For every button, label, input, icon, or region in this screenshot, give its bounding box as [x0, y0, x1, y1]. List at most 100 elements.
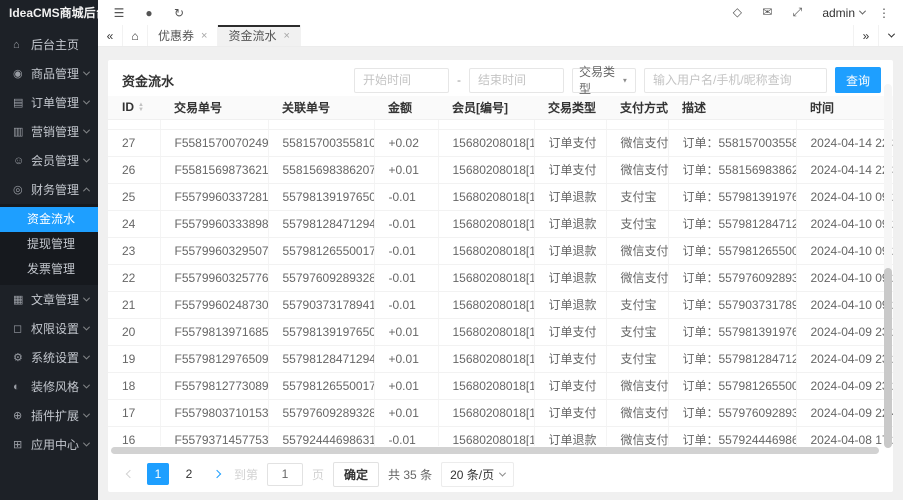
tabs-collapse-left-icon[interactable]: « [98, 25, 123, 46]
submenu-item-发票管理[interactable]: 发票管理 [0, 257, 98, 282]
cell-related-no: 5579760928932802 [268, 399, 374, 426]
page-button-2[interactable]: 2 [178, 463, 200, 485]
chevron-down-icon [887, 31, 894, 38]
next-page-button[interactable] [209, 471, 225, 477]
tab-label: 优惠券 [158, 27, 194, 44]
cell-pay-method: 微信支付 [606, 237, 668, 264]
horizontal-scrollbar-thumb[interactable] [111, 447, 879, 454]
page-size-select[interactable]: 20 条/页 [441, 462, 514, 487]
transaction-type-value: 交易类型 [579, 63, 621, 97]
tab-优惠券[interactable]: 优惠券 × [148, 25, 218, 46]
column-header-金额: 金额 [374, 96, 438, 119]
cell-amount: +0.01 [374, 345, 438, 372]
tag-icon[interactable]: ◇ [722, 5, 752, 20]
table-row[interactable]: 16F55793714577538385579244469863135-0.01… [108, 426, 893, 446]
tab-label: 资金流水 [228, 27, 276, 44]
transaction-type-select[interactable]: 交易类型 ▼ [572, 68, 636, 93]
sidebar-item-apps[interactable]: ⊞应用中心 [0, 430, 98, 459]
sidebar-item-goods[interactable]: ◉商品管理 [0, 59, 98, 88]
table-cell-empty [668, 119, 796, 129]
table-row[interactable]: 17F55798037101535735579760928932802+0.01… [108, 399, 893, 426]
tab-close-icon[interactable]: × [283, 30, 289, 42]
table-row[interactable]: 24F55799603338983945579812847129437-0.01… [108, 210, 893, 237]
chevron-down-icon [83, 382, 90, 389]
table-row[interactable]: 23F55799603295074515579812655001760-0.01… [108, 237, 893, 264]
cell-pay-method: 支付宝 [606, 318, 668, 345]
table-row[interactable]: 21F55799602487305715579037317894181-0.01… [108, 291, 893, 318]
cell-pay-method: 支付宝 [606, 291, 668, 318]
page-button-1[interactable]: 1 [147, 463, 169, 485]
cell-type: 订单支付 [534, 156, 606, 183]
start-date-input[interactable] [354, 68, 449, 93]
cell-amount: -0.01 [374, 291, 438, 318]
cell-trade-no: F5579803710153573 [160, 399, 268, 426]
end-date-input[interactable] [469, 68, 564, 93]
sidebar-item-orders[interactable]: ▤订单管理 [0, 88, 98, 117]
cell-id: 16 [108, 426, 160, 446]
sidebar-item-style[interactable]: ◐装修风格 [0, 372, 98, 401]
keyword-search-input[interactable] [644, 68, 827, 93]
goto-page-input[interactable] [267, 463, 303, 486]
total-count-label: 共 35 条 [388, 466, 432, 483]
sidebar-item-permissions[interactable]: ◻权限设置 [0, 314, 98, 343]
cell-time: 2024-04-09 23:22: [796, 372, 893, 399]
prev-page-button[interactable] [122, 471, 138, 477]
cell-description: 订单：55815698386207... [668, 156, 796, 183]
sidebar-item-plugins[interactable]: ⊕插件扩展 [0, 401, 98, 430]
submenu-item-提现管理[interactable]: 提现管理 [0, 232, 98, 257]
table-row[interactable]: 18F55798127730894415579812655001760+0.01… [108, 372, 893, 399]
sidebar-item-articles[interactable]: ▦文章管理 [0, 285, 98, 314]
topbar-left-icons: ☰●↻ [104, 6, 194, 20]
sidebar-item-marketing[interactable]: ▥营销管理 [0, 117, 98, 146]
more-icon[interactable]: ⋮ [875, 6, 893, 20]
tab-home-icon[interactable]: ⌂ [123, 25, 148, 46]
table-cell-empty [534, 119, 606, 129]
submenu-item-资金流水[interactable]: 资金流水 [0, 207, 98, 232]
goto-confirm-button[interactable]: 确定 [333, 462, 379, 487]
tabs-expand-right-icon[interactable]: » [853, 25, 878, 46]
cell-pay-method: 微信支付 [606, 426, 668, 446]
topbar-right-icons: ◇✉⤢ [722, 5, 812, 20]
refresh-icon[interactable]: ↻ [164, 6, 194, 20]
cell-amount: +0.01 [374, 372, 438, 399]
table-row[interactable]: 25F55799603372812875579813919765006-0.01… [108, 183, 893, 210]
cell-amount: +0.01 [374, 399, 438, 426]
table-row[interactable]: 19F55798129765095565579812847129437+0.01… [108, 345, 893, 372]
sidebar-item-finance[interactable]: ◎财务管理 [0, 175, 98, 204]
cell-member: 15680208018[1] [438, 318, 534, 345]
tab-资金流水[interactable]: 资金流水 × [218, 25, 300, 46]
column-header-ID[interactable]: ID▲▼ [108, 96, 160, 119]
sidebar-item-system[interactable]: ⚙系统设置 [0, 343, 98, 372]
cell-pay-method: 微信支付 [606, 129, 668, 156]
tabs-dropdown-icon[interactable] [878, 25, 903, 46]
cell-time: 2024-04-08 17:26: [796, 426, 893, 446]
table-row[interactable]: 22F55799603257760485579760928932802-0.01… [108, 264, 893, 291]
cell-amount: -0.01 [374, 237, 438, 264]
search-button[interactable]: 查询 [835, 67, 881, 93]
fullscreen-icon[interactable]: ⤢ [782, 5, 812, 20]
cell-related-no: 5581570035581016 [268, 129, 374, 156]
cell-time: 2024-04-09 23:27: [796, 318, 893, 345]
table-row[interactable]: 20F55798139716853865579813919765006+0.01… [108, 318, 893, 345]
main-area: ☰●↻ ◇✉⤢ admin ⋮ « ⌂ 优惠券 × 资金流水 × » 资金流水 [98, 0, 903, 500]
column-header-label: 交易类型 [548, 101, 596, 115]
cell-amount: -0.01 [374, 183, 438, 210]
cell-time: 2024-04-14 22:32: [796, 156, 893, 183]
table-row[interactable]: 27F55815700702499145581570035581016+0.02… [108, 129, 893, 156]
globe-icon[interactable]: ● [134, 6, 164, 20]
cell-pay-method: 支付宝 [606, 210, 668, 237]
vertical-scrollbar-thumb[interactable] [884, 268, 892, 448]
sidebar-item-label: 营销管理 [31, 123, 84, 140]
tab-close-icon[interactable]: × [201, 30, 207, 42]
user-menu[interactable]: admin [822, 6, 865, 20]
tabs-list: 优惠券 × 资金流水 × [148, 25, 301, 46]
table-row[interactable]: 26F55815698736212865581569838620778+0.01… [108, 156, 893, 183]
chevron-right-icon [213, 470, 221, 478]
menu-icon[interactable]: ☰ [104, 6, 134, 20]
sort-icon[interactable]: ▲▼ [138, 103, 144, 113]
table-cell-empty [160, 119, 268, 129]
sidebar-item-members[interactable]: ☺会员管理 [0, 146, 98, 175]
cell-description: 订单：55798139197650... [668, 183, 796, 210]
sidebar-item-home[interactable]: ⌂后台主页 [0, 30, 98, 59]
chat-icon[interactable]: ✉ [752, 5, 782, 20]
